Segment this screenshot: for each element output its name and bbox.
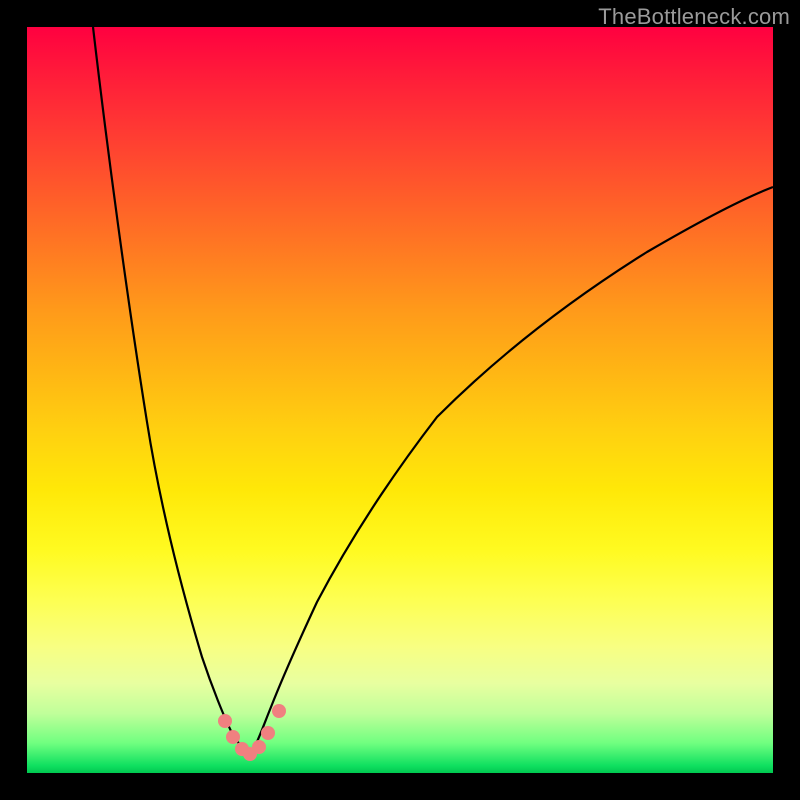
curve-layer bbox=[27, 27, 773, 773]
plot-area bbox=[27, 27, 773, 773]
watermark-text: TheBottleneck.com bbox=[598, 4, 790, 30]
valley-marker bbox=[252, 740, 266, 754]
valley-marker bbox=[261, 726, 275, 740]
valley-marker bbox=[226, 730, 240, 744]
bottleneck-curve bbox=[93, 27, 773, 753]
valley-marker bbox=[218, 714, 232, 728]
chart-frame: TheBottleneck.com bbox=[0, 0, 800, 800]
valley-markers bbox=[218, 704, 286, 761]
valley-marker bbox=[272, 704, 286, 718]
